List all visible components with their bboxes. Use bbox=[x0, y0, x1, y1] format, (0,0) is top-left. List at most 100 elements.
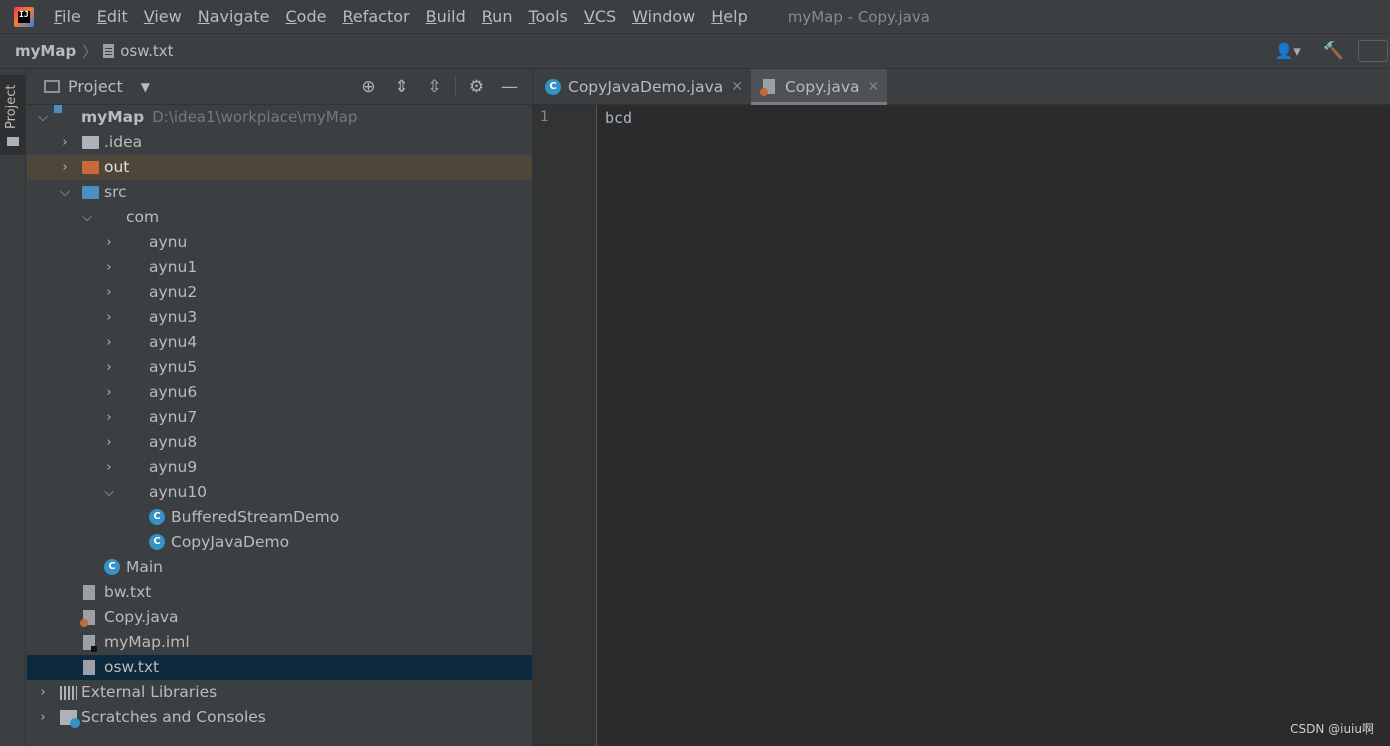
text-file-icon bbox=[83, 660, 95, 675]
chevron-right-icon[interactable]: › bbox=[102, 405, 116, 430]
watermark: CSDN @iuiu啊 bbox=[1290, 722, 1374, 736]
hide-panel-icon[interactable]: — bbox=[493, 77, 526, 97]
project-panel-header: Project ▼ ⊕ ⇕ ⇳ ⚙ — bbox=[27, 69, 532, 105]
menu-run[interactable]: Run bbox=[482, 7, 513, 26]
project-tree: ⌵ myMap D:\idea1\workplace\myMap › .idea … bbox=[27, 105, 532, 730]
tree-item-package[interactable]: › aynu9 bbox=[27, 455, 532, 480]
close-icon[interactable]: ✕ bbox=[731, 79, 743, 95]
tree-item-out[interactable]: › out bbox=[27, 155, 532, 180]
menu-refactor[interactable]: Refactor bbox=[342, 7, 409, 26]
menu-navigate[interactable]: Navigate bbox=[198, 7, 270, 26]
chevron-right-icon[interactable]: › bbox=[102, 230, 116, 255]
tree-label: External Libraries bbox=[81, 683, 218, 701]
chevron-right-icon[interactable]: › bbox=[58, 155, 72, 180]
chevron-right-icon[interactable]: › bbox=[36, 680, 50, 705]
chevron-right-icon[interactable]: › bbox=[58, 130, 72, 155]
menu-edit[interactable]: Edit bbox=[97, 7, 128, 26]
tree-label: src bbox=[104, 183, 127, 201]
chevron-right-icon[interactable]: › bbox=[36, 705, 50, 730]
tree-item-com[interactable]: ⌵ com bbox=[27, 205, 532, 230]
menu-window[interactable]: Window bbox=[632, 7, 695, 26]
menu-file[interactable]: File bbox=[54, 7, 81, 26]
tree-item-package[interactable]: › aynu5 bbox=[27, 355, 532, 380]
menu-tools[interactable]: Tools bbox=[528, 7, 567, 26]
tree-item-package[interactable]: › aynu8 bbox=[27, 430, 532, 455]
intellij-logo-icon: IJ bbox=[14, 6, 34, 27]
tree-item-src[interactable]: ⌵ src bbox=[27, 180, 532, 205]
tab-copyjavademo[interactable]: C CopyJavaDemo.java ✕ bbox=[533, 69, 751, 104]
tree-item-idea[interactable]: › .idea bbox=[27, 130, 532, 155]
navbar-actions: 👤▾ 🔨 bbox=[1275, 34, 1390, 68]
menu-view[interactable]: View bbox=[144, 7, 182, 26]
tree-item-scratches[interactable]: › Scratches and Consoles bbox=[27, 705, 532, 730]
line-number-gutter: 1 bbox=[533, 105, 597, 746]
chevron-right-icon[interactable]: › bbox=[102, 280, 116, 305]
tree-label: BufferedStreamDemo bbox=[171, 508, 340, 526]
tree-label: aynu1 bbox=[149, 258, 198, 276]
run-config-box[interactable] bbox=[1358, 40, 1388, 62]
tree-item-file[interactable]: Copy.java bbox=[27, 605, 532, 630]
folder-icon bbox=[7, 137, 19, 146]
project-tool-button[interactable]: Project bbox=[0, 75, 25, 155]
chevron-down-icon[interactable]: ⌵ bbox=[80, 205, 94, 230]
tree-label: aynu2 bbox=[149, 283, 198, 301]
tree-item-package[interactable]: › aynu6 bbox=[27, 380, 532, 405]
build-hammer-icon[interactable]: 🔨 bbox=[1323, 41, 1344, 61]
user-dropdown-icon[interactable]: 👤▾ bbox=[1275, 42, 1301, 60]
chevron-down-icon[interactable]: ⌵ bbox=[58, 180, 72, 205]
tree-item-package[interactable]: ⌵ aynu10 bbox=[27, 480, 532, 505]
panel-toolbar: ⊕ ⇕ ⇳ ⚙ — bbox=[352, 69, 526, 104]
code-content[interactable]: bcd bbox=[605, 109, 632, 127]
chevron-right-icon[interactable]: › bbox=[102, 355, 116, 380]
tree-label: myMap D:\idea1\workplace\myMap bbox=[81, 108, 358, 126]
tree-item-class[interactable]: C CopyJavaDemo bbox=[27, 530, 532, 555]
tree-label: myMap.iml bbox=[104, 633, 190, 651]
gear-icon[interactable]: ⚙ bbox=[460, 77, 493, 97]
tree-label: aynu5 bbox=[149, 358, 198, 376]
tree-item-external-libraries[interactable]: › External Libraries bbox=[27, 680, 532, 705]
tree-label: com bbox=[126, 208, 160, 226]
tree-item-package[interactable]: › aynu4 bbox=[27, 330, 532, 355]
expand-all-icon[interactable]: ⇕ bbox=[385, 77, 418, 97]
tree-label: aynu10 bbox=[149, 483, 208, 501]
text-file-icon bbox=[103, 44, 115, 58]
tree-item-package[interactable]: › aynu1 bbox=[27, 255, 532, 280]
project-panel: Project ▼ ⊕ ⇕ ⇳ ⚙ — ⌵ myMap D:\idea1\work… bbox=[27, 69, 533, 746]
tree-item-package[interactable]: › aynu2 bbox=[27, 280, 532, 305]
chevron-right-icon[interactable]: › bbox=[102, 380, 116, 405]
tree-item-main[interactable]: C Main bbox=[27, 555, 532, 580]
tree-item-class[interactable]: C BufferedStreamDemo bbox=[27, 505, 532, 530]
tree-item-file[interactable]: bw.txt bbox=[27, 580, 532, 605]
menu-help[interactable]: Help bbox=[711, 7, 747, 26]
tree-label: bw.txt bbox=[104, 583, 152, 601]
chevron-right-icon[interactable]: › bbox=[102, 330, 116, 355]
tree-item-package[interactable]: › aynu bbox=[27, 230, 532, 255]
chevron-right-icon[interactable]: › bbox=[102, 305, 116, 330]
chevron-right-icon[interactable]: › bbox=[102, 430, 116, 455]
locate-file-icon[interactable]: ⊕ bbox=[352, 77, 385, 97]
menu-code[interactable]: Code bbox=[286, 7, 327, 26]
navigation-bar: myMap 〉 osw.txt 👤▾ 🔨 bbox=[0, 33, 1390, 69]
tree-item-mymap[interactable]: ⌵ myMap D:\idea1\workplace\myMap bbox=[27, 105, 532, 130]
menu-vcs[interactable]: VCS bbox=[584, 7, 616, 26]
view-mode-dropdown-icon[interactable]: ▼ bbox=[141, 80, 150, 94]
menu-build[interactable]: Build bbox=[426, 7, 466, 26]
chevron-down-icon[interactable]: ⌵ bbox=[36, 105, 50, 130]
tree-item-file[interactable]: myMap.iml bbox=[27, 630, 532, 655]
chevron-right-icon[interactable]: › bbox=[102, 255, 116, 280]
collapse-all-icon[interactable]: ⇳ bbox=[418, 77, 451, 97]
chevron-right-icon[interactable]: › bbox=[102, 455, 116, 480]
tab-copy-java[interactable]: Copy.java ✕ bbox=[750, 69, 888, 105]
close-icon[interactable]: ✕ bbox=[868, 79, 880, 95]
tree-item-package[interactable]: › aynu3 bbox=[27, 305, 532, 330]
scratches-icon bbox=[60, 710, 80, 728]
tree-item-file-selected[interactable]: osw.txt bbox=[27, 655, 532, 680]
project-panel-title[interactable]: Project bbox=[68, 77, 123, 96]
chevron-down-icon[interactable]: ⌵ bbox=[102, 480, 116, 505]
breadcrumb-file[interactable]: osw.txt bbox=[120, 42, 173, 60]
java-class-icon: C bbox=[104, 559, 120, 575]
breadcrumb-project[interactable]: myMap bbox=[15, 42, 76, 60]
tree-item-package[interactable]: › aynu7 bbox=[27, 405, 532, 430]
project-path: D:\idea1\workplace\myMap bbox=[152, 108, 358, 126]
tree-label: Scratches and Consoles bbox=[81, 708, 266, 726]
